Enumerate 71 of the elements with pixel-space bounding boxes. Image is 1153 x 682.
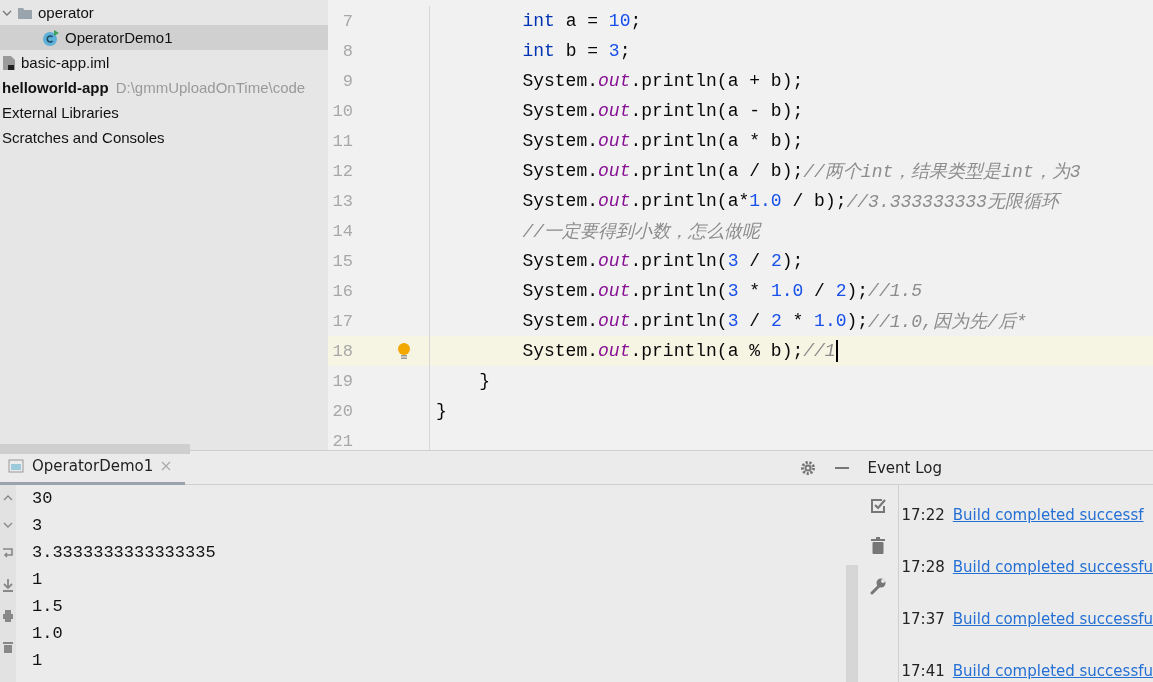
tree-label: Scratches and Consoles <box>2 129 165 146</box>
code-line: } <box>436 401 447 421</box>
tree-label: helloworld-app <box>2 79 109 96</box>
lightbulb-icon[interactable] <box>397 342 411 360</box>
code-line: } <box>478 371 490 391</box>
line-number: 8 <box>341 41 353 61</box>
event-time: 17:41 <box>901 662 945 680</box>
code-line: int a = 10; <box>521 11 642 31</box>
tree-label: operator <box>38 4 94 21</box>
line-number: 11 <box>331 131 353 151</box>
line-number: 15 <box>331 251 353 271</box>
tree-label: OperatorDemo1 <box>65 29 173 46</box>
code-line: System.out.println(a % b);//1 <box>521 340 838 362</box>
line-number: 19 <box>331 371 353 391</box>
line-number: 9 <box>341 71 353 91</box>
file-icon <box>2 54 16 71</box>
event-time: 17:28 <box>901 558 945 576</box>
event-time: 17:37 <box>901 610 945 628</box>
code-line: System.out.println(a + b); <box>521 71 804 91</box>
trash-icon[interactable] <box>2 640 14 654</box>
code-line: int b = 3; <box>521 41 631 61</box>
run-tab[interactable]: OperatorDemo1 <box>0 450 185 485</box>
event-time: 17:22 <box>901 506 945 524</box>
line-number: 7 <box>341 11 353 31</box>
code-line: System.out.println(a * b); <box>521 131 804 151</box>
console-output-line: 1.0 <box>32 623 64 645</box>
console-output-line: 30 <box>32 488 54 510</box>
event-link[interactable]: Build completed successfu <box>952 662 1153 680</box>
line-number: 18 <box>331 341 353 361</box>
wrench-icon[interactable] <box>868 577 887 595</box>
tree-label: basic-app.iml <box>21 54 110 71</box>
console-output-line: 1 <box>32 650 44 672</box>
console-output-line: 1 <box>32 569 44 591</box>
tree-item[interactable]: OperatorDemo1 <box>0 25 328 50</box>
code-line: System.out.println(3 / 2); <box>521 251 804 271</box>
tree-item[interactable]: External Libraries <box>0 100 328 125</box>
line-number: 17 <box>331 311 353 331</box>
panel-title: Event Log <box>867 458 943 477</box>
close-icon[interactable] <box>161 461 172 471</box>
tree-label: External Libraries <box>2 104 119 121</box>
checkbox-tick-icon[interactable] <box>868 497 887 515</box>
line-number: 16 <box>331 281 353 301</box>
code-line: System.out.println(a / b);//两个int，结果类型是int，为3 <box>521 160 1081 183</box>
event-link[interactable]: Build completed successfu <box>952 558 1153 576</box>
code-line: System.out.println(a - b); <box>521 101 804 121</box>
line-number: 10 <box>331 101 353 121</box>
folder-icon <box>17 5 33 20</box>
class-icon <box>42 28 60 47</box>
line-number: 12 <box>331 161 353 181</box>
console-output-line: 3.3333333333333335 <box>32 542 216 564</box>
tree-item[interactable]: Scratches and Consoles <box>0 125 328 150</box>
tree-item[interactable]: basic-app.iml <box>0 50 328 75</box>
event-link[interactable]: Build completed successf <box>952 506 1144 524</box>
download-icon[interactable] <box>2 578 14 592</box>
console-output-line: 3 <box>32 515 44 537</box>
event-link[interactable]: Build completed successfu <box>952 610 1153 628</box>
console-icon <box>8 459 24 473</box>
line-number: 14 <box>331 221 353 241</box>
module-path: D:\gmmUploadOnTime\code <box>115 79 306 96</box>
code-line: System.out.println(3 * 1.0 / 2);//1.5 <box>521 281 923 301</box>
settings-icon[interactable] <box>799 459 816 476</box>
line-number: 21 <box>331 431 353 450</box>
code-line: //一定要得到小数，怎么做呢 <box>521 221 761 243</box>
tree-item[interactable]: helloworld-app D:\gmmUploadOnTime\code <box>0 75 328 100</box>
line-number: 13 <box>331 191 353 211</box>
tree-item[interactable]: operator <box>0 0 328 25</box>
line-number: 20 <box>331 401 353 421</box>
trash-icon[interactable] <box>870 537 885 555</box>
scrollbar-thumb[interactable] <box>0 444 190 454</box>
code-line: System.out.println(3 / 2 * 1.0);//1.0,因为先/后* <box>521 310 1027 333</box>
console-output-line: 1.5 <box>32 596 64 618</box>
